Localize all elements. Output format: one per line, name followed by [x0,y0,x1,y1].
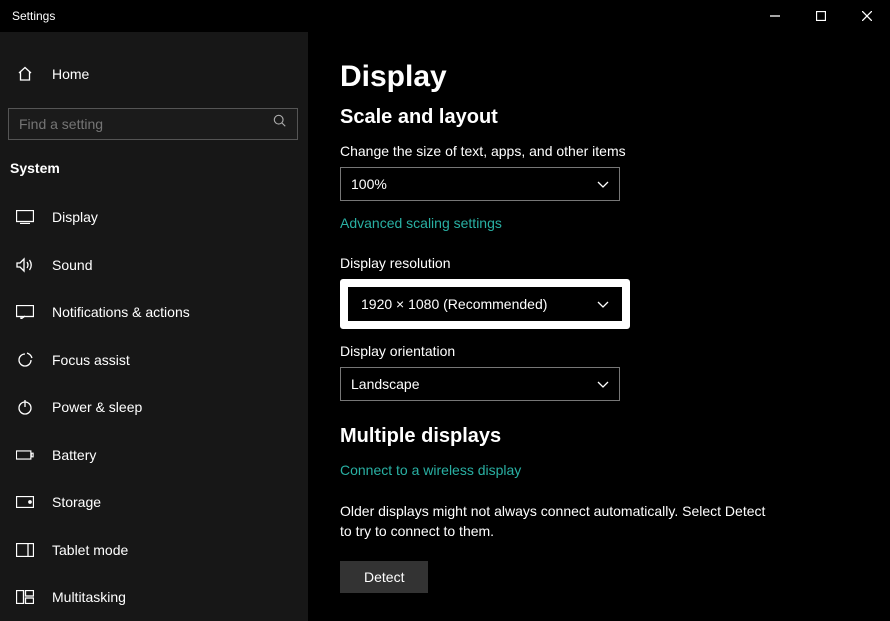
sidebar-item-battery[interactable]: Battery [0,431,308,478]
sidebar-item-multitasking[interactable]: Multitasking [0,573,308,620]
scale-heading: Scale and layout [340,106,890,129]
storage-icon [16,496,34,508]
search-icon [273,114,287,133]
display-icon [16,210,34,224]
sidebar-item-notifications[interactable]: Notifications & actions [0,289,308,336]
home-label: Home [52,66,89,82]
connect-wireless-link[interactable]: Connect to a wireless display [340,462,521,478]
multiple-displays-heading: Multiple displays [340,425,890,448]
nav-label: Display [52,209,98,225]
orientation-select[interactable]: Landscape [340,367,620,401]
advanced-scaling-link[interactable]: Advanced scaling settings [340,215,502,231]
minimize-icon [770,11,780,21]
text-size-value: 100% [351,176,387,192]
resolution-highlight: 1920 × 1080 (Recommended) [340,279,630,329]
nav-label: Tablet mode [52,542,128,558]
close-button[interactable] [844,0,890,32]
multitasking-icon [16,590,34,604]
resolution-select[interactable]: 1920 × 1080 (Recommended) [348,287,622,321]
nav-label: Notifications & actions [52,304,190,320]
maximize-button[interactable] [798,0,844,32]
resolution-value: 1920 × 1080 (Recommended) [361,296,547,312]
sidebar-item-focus-assist[interactable]: Focus assist [0,336,308,383]
orientation-label: Display orientation [340,343,890,359]
battery-icon [16,449,34,461]
home-nav[interactable]: Home [0,56,308,92]
search-input[interactable] [8,108,298,140]
sidebar-item-sound[interactable]: Sound [0,241,308,288]
detect-button[interactable]: Detect [340,561,428,593]
sidebar-item-power-sleep[interactable]: Power & sleep [0,384,308,431]
window-title: Settings [12,9,55,23]
nav-label: Battery [52,447,96,463]
nav-label: Focus assist [52,352,130,368]
focus-assist-icon [16,352,34,368]
nav-label: Sound [52,257,92,273]
chevron-down-icon [597,296,609,312]
nav-label: Multitasking [52,589,126,605]
content-pane: Display Scale and layout Change the size… [308,32,890,621]
notifications-icon [16,305,34,319]
text-size-select[interactable]: 100% [340,167,620,201]
sidebar-category: System [0,160,308,194]
maximize-icon [816,11,826,21]
search-field[interactable] [19,116,273,132]
minimize-button[interactable] [752,0,798,32]
text-size-label: Change the size of text, apps, and other… [340,143,890,159]
window-controls [752,0,890,32]
power-icon [16,399,34,415]
nav-label: Power & sleep [52,399,142,415]
sidebar: Home System Display Sound Notifications … [0,32,308,621]
window-titlebar: Settings [0,0,890,32]
chevron-down-icon [597,176,609,192]
tablet-icon [16,543,34,557]
sound-icon [16,257,34,273]
detect-help-text: Older displays might not always connect … [340,502,780,541]
sidebar-item-display[interactable]: Display [0,194,308,241]
sidebar-item-tablet-mode[interactable]: Tablet mode [0,526,308,573]
chevron-down-icon [597,376,609,392]
sidebar-item-storage[interactable]: Storage [0,479,308,526]
page-title: Display [340,60,890,94]
orientation-value: Landscape [351,376,420,392]
home-icon [16,66,34,82]
close-icon [862,11,872,21]
nav-label: Storage [52,494,101,510]
resolution-label: Display resolution [340,255,890,271]
